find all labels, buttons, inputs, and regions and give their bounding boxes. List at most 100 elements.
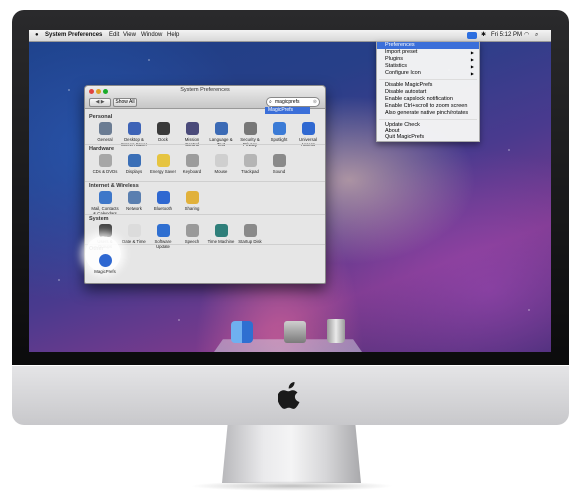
app-menu[interactable]: System Preferences (45, 30, 102, 41)
pref-pane-label: Dock (158, 137, 168, 142)
mission-control-icon (185, 122, 199, 135)
pref-pane-trackpad[interactable]: Trackpad (236, 154, 264, 174)
search-value: magicprefs (275, 99, 300, 105)
help-menu[interactable]: Help (167, 30, 179, 41)
section-divider (85, 214, 325, 215)
menu-item-statistics[interactable]: Statistics ▶ (377, 63, 479, 70)
pref-pane-label: Security & Privacy (240, 137, 260, 147)
mouse-icon (214, 154, 228, 167)
menu-item-configure-icon[interactable]: Configure Icon ▶ (377, 70, 479, 77)
magicprefs-icon (98, 254, 112, 267)
pref-pane-label: Energy Saver (149, 169, 177, 174)
section-label: Personal (89, 114, 113, 120)
energy-saver-icon (156, 154, 170, 167)
pref-pane-dock[interactable]: Dock (149, 122, 177, 142)
edit-menu[interactable]: Edit (109, 30, 119, 41)
submenu-arrow-icon: ▶ (470, 50, 474, 55)
show-all-button[interactable]: Show All (113, 98, 137, 107)
pref-pane-time-machine[interactable]: Time Machine (207, 224, 235, 244)
pref-pane-general[interactable]: General (91, 122, 119, 142)
menu-item-disable-magicprefs[interactable]: Disable MagicPrefs (377, 82, 479, 89)
pref-pane-cds-dvds[interactable]: CDs & DVDs (91, 154, 119, 174)
menu-item-capslock-notification[interactable]: Enable capslock notification (377, 96, 479, 103)
submenu-arrow-icon: ▶ (470, 64, 474, 69)
menu-item-ctrl-scroll-zoom[interactable]: Enable Ctrl+scroll to zoom screen (377, 103, 479, 110)
sharing-icon (185, 191, 199, 204)
pref-pane-sharing[interactable]: Sharing (178, 191, 206, 211)
spotlight-icon[interactable]: ⌕ (535, 30, 538, 41)
stand-shadow (190, 481, 394, 491)
time-machine-icon (214, 224, 228, 237)
wifi-icon[interactable]: ◠ (524, 30, 529, 41)
pref-pane-mouse[interactable]: Mouse (207, 154, 235, 174)
pref-pane-startup-disk[interactable]: Startup Disk (236, 224, 264, 244)
system-preferences-icon[interactable] (284, 321, 306, 343)
pref-pane-label: Mouse (214, 169, 228, 174)
search-suggestion[interactable]: MagicPrefs (265, 107, 310, 114)
pref-pane-magicprefs[interactable]: MagicPrefs (91, 254, 119, 274)
imac-stand (222, 425, 361, 483)
finder-icon[interactable] (231, 321, 253, 343)
system-preferences-window: System Preferences ◀ ▶ Show All ⌕ magicp… (84, 85, 326, 284)
bluetooth-status-icon[interactable]: ✱ (481, 30, 486, 41)
pref-pane-speech[interactable]: Speech (178, 224, 206, 244)
menu-item-plugins[interactable]: Plugins ▶ (377, 56, 479, 63)
pref-pane-date-time[interactable]: Date & Time (120, 224, 148, 244)
trash-icon[interactable] (327, 319, 345, 343)
apple-logo-icon (278, 382, 300, 409)
section-label: Hardware (89, 146, 115, 152)
pref-pane-label: Bluetooth (153, 206, 173, 211)
pref-pane-keyboard[interactable]: Keyboard (178, 154, 206, 174)
language-text-icon (214, 122, 228, 135)
pref-pane-software-update[interactable]: Software Update (149, 224, 177, 249)
pref-pane-label: CDs & DVDs (92, 169, 118, 174)
view-menu[interactable]: View (123, 30, 136, 41)
clear-search-icon[interactable]: ⊗ (313, 98, 317, 106)
software-update-icon (156, 224, 170, 237)
pref-pane-mail-contacts-calendars[interactable]: Mail, Contacts & Calendars (91, 191, 119, 216)
speech-icon (185, 224, 199, 237)
pref-pane-label: Keyboard (182, 169, 202, 174)
pref-pane-sound[interactable]: Sound (265, 154, 293, 174)
section-label: System (89, 216, 109, 222)
pref-pane-spotlight[interactable]: Spotlight (265, 122, 293, 142)
trackpad-icon (243, 154, 257, 167)
pref-pane-label: MagicPrefs (94, 269, 116, 274)
pref-pane-label: Language & Text (209, 137, 233, 147)
clock[interactable]: Fri 5:12 PM (491, 30, 522, 41)
desktop: ● System Preferences Edit View Window He… (29, 30, 551, 352)
users-groups-icon (98, 224, 112, 237)
pref-pane-label: Universal Access (299, 137, 317, 147)
pref-pane-label: Network (126, 206, 142, 211)
desktop-screen-saver-icon (127, 122, 141, 135)
pref-pane-label: Spotlight (270, 137, 288, 142)
menu-item-native-pinch[interactable]: Also generate native pinch/rotates (377, 110, 479, 117)
network-icon (127, 191, 141, 204)
mail-contacts-calendars-icon (98, 191, 112, 204)
magicprefs-menu-icon[interactable] (467, 32, 477, 39)
spotlight-icon (272, 122, 286, 135)
window-titlebar[interactable]: System Preferences ◀ ▶ Show All ⌕ magicp… (85, 86, 325, 109)
startup-disk-icon (243, 224, 257, 237)
universal-access-icon (301, 122, 315, 135)
pref-pane-energy-saver[interactable]: Energy Saver (149, 154, 177, 174)
dock-icon (156, 122, 170, 135)
pref-pane-displays[interactable]: Displays (120, 154, 148, 174)
submenu-arrow-icon: ▶ (470, 71, 474, 76)
pref-pane-label: Sharing (184, 206, 200, 211)
search-field[interactable]: ⌕ magicprefs ⊗ (266, 97, 320, 107)
apple-menu-icon[interactable]: ● (35, 30, 39, 41)
bluetooth-icon (156, 191, 170, 204)
keyboard-icon (185, 154, 199, 167)
menu-item-import-preset[interactable]: Import preset ▶ (377, 49, 479, 56)
back-forward-buttons[interactable]: ◀ ▶ (89, 98, 111, 107)
menu-item-disable-autostart[interactable]: Disable autostart (377, 89, 479, 96)
pref-pane-label: Trackpad (241, 169, 259, 174)
window-menu[interactable]: Window (141, 30, 162, 41)
pref-pane-network[interactable]: Network (120, 191, 148, 211)
menu-item-quit[interactable]: Quit MagicPrefs (377, 134, 479, 141)
menu-item-preferences[interactable]: Preferences (377, 42, 479, 49)
search-icon: ⌕ (269, 99, 272, 105)
menu-separator (379, 119, 477, 120)
pref-pane-bluetooth[interactable]: Bluetooth (149, 191, 177, 211)
